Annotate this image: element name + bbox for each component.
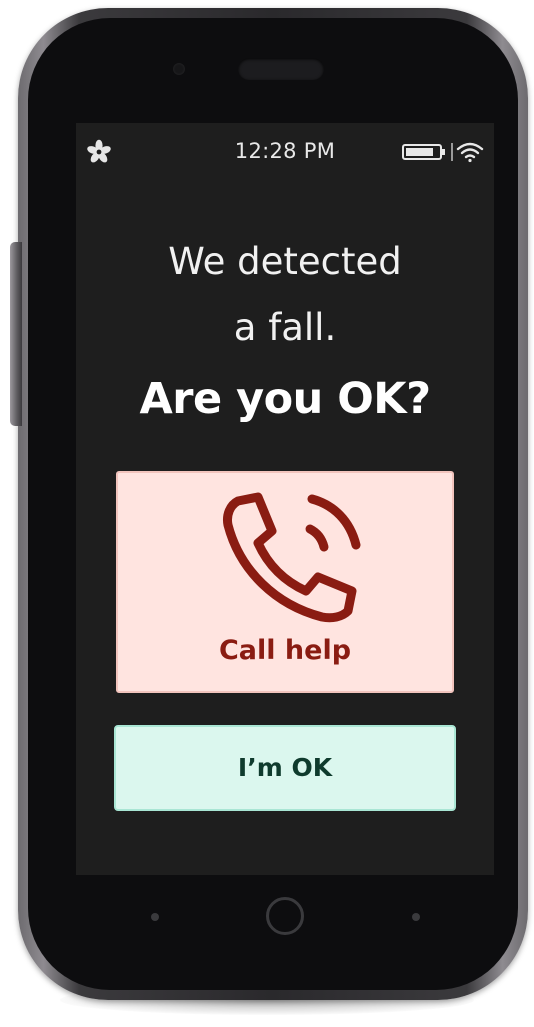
- earpiece-speaker: [238, 58, 324, 80]
- headline-line-2: a fall.: [233, 306, 337, 349]
- side-button[interactable]: [10, 242, 22, 426]
- battery-icon: [402, 144, 445, 160]
- are-you-ok-question: Are you OK?: [139, 374, 431, 424]
- front-camera: [173, 63, 185, 75]
- product-photo: 12:28 PM We detected a fall. Are you OK?…: [0, 0, 534, 1027]
- call-help-button[interactable]: Call help: [116, 471, 454, 693]
- menu-dot-icon[interactable]: [412, 913, 420, 921]
- phone-screen: 12:28 PM We detected a fall. Are you OK?…: [76, 123, 494, 875]
- wifi-icon: [456, 142, 484, 163]
- im-ok-button[interactable]: I’m OK: [114, 725, 456, 811]
- status-indicators: [402, 142, 484, 163]
- fall-detected-message: We detected a fall.: [76, 229, 494, 361]
- call-help-label: Call help: [218, 635, 352, 666]
- back-dot-icon[interactable]: [151, 913, 159, 921]
- home-ring-icon[interactable]: [266, 897, 304, 935]
- phone-calling-icon: [223, 492, 361, 623]
- status-bar: 12:28 PM: [76, 123, 494, 179]
- status-divider: [451, 143, 453, 161]
- headline-line-1: We detected: [168, 240, 402, 283]
